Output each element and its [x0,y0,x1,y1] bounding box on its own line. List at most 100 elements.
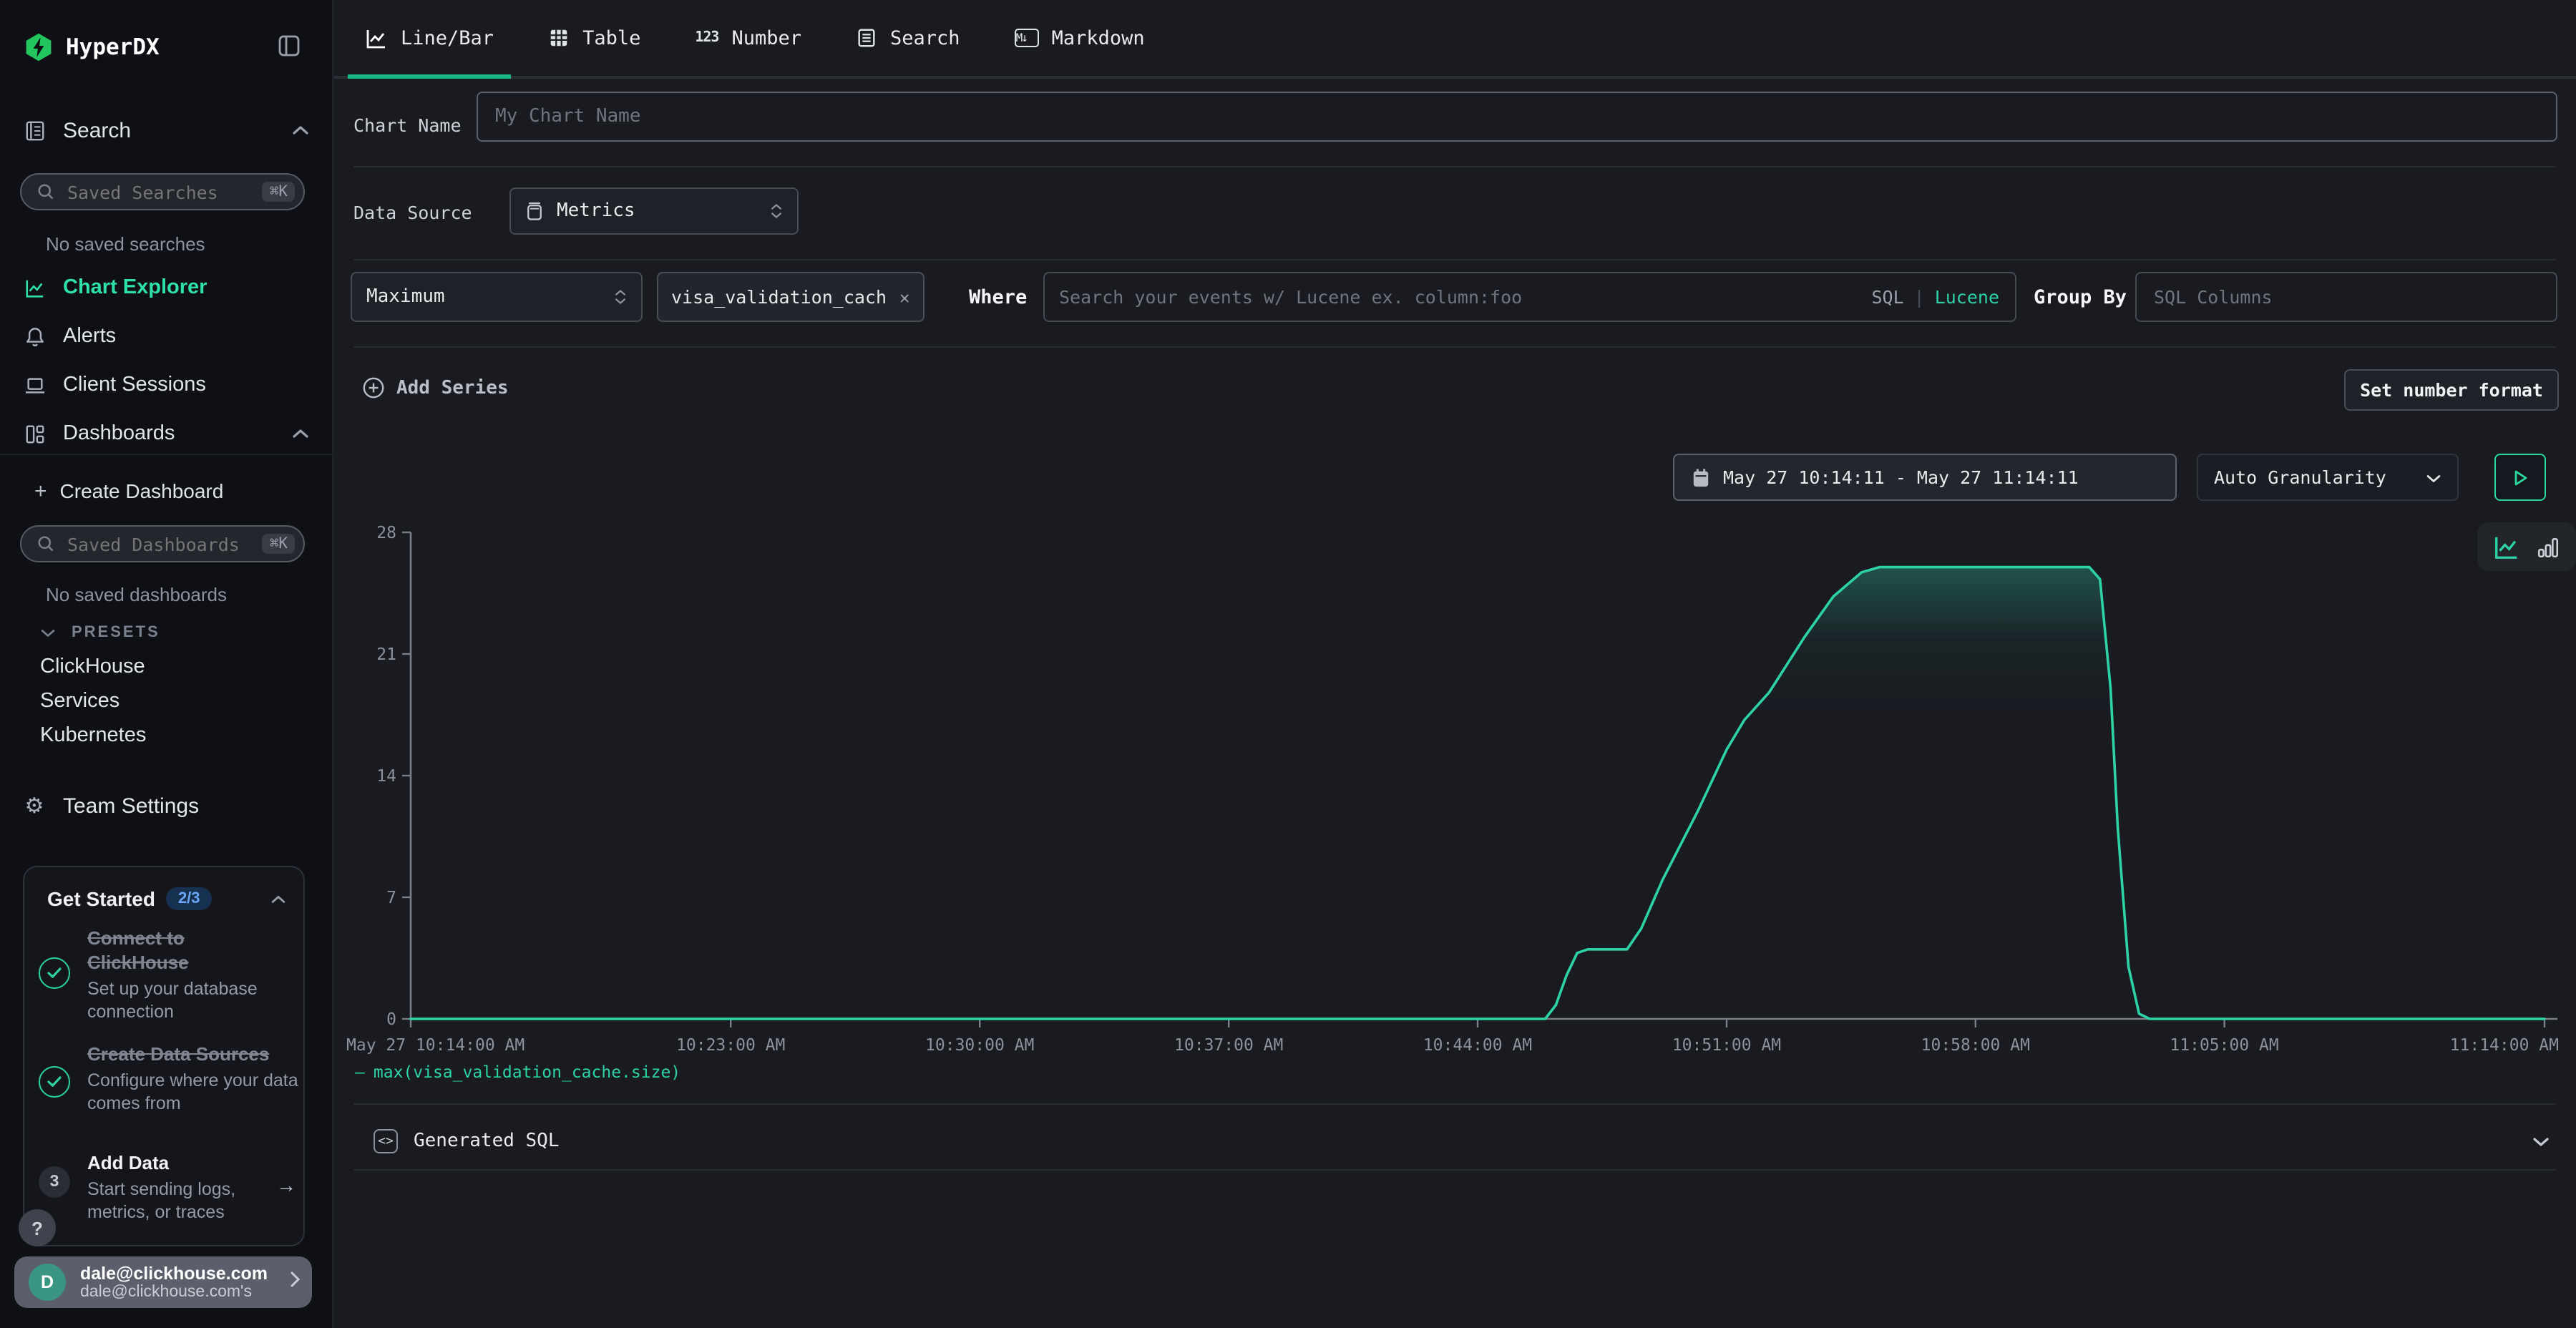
line-bar-chart-icon [365,26,388,49]
presets-label: PRESETS [72,624,160,641]
document-list-icon [856,27,877,49]
aggregation-value: Maximum [366,286,445,308]
chevron-up-icon [270,886,286,912]
add-series-button[interactable]: Add Series [362,376,509,399]
app-title: HyperDX [66,34,160,60]
client-sessions-label: Client Sessions [63,374,206,396]
granularity-select[interactable]: Auto Granularity [2197,454,2459,501]
get-started-progress-badge: 2/3 [167,887,212,910]
chevron-up-icon [292,117,309,143]
play-icon [2512,469,2529,486]
tab-markdown[interactable]: M↓ Markdown [997,0,1162,76]
create-dashboard-button[interactable]: + Create Dashboard [34,478,223,504]
svg-text:10:51:00 AM: 10:51:00 AM [1672,1036,1781,1055]
svg-text:10:37:00 AM: 10:37:00 AM [1174,1036,1283,1055]
user-menu[interactable]: D dale@clickhouse.com dale@clickhouse.co… [14,1256,312,1308]
collapse-sidebar-icon[interactable] [278,34,301,57]
plus-circle-icon [362,376,385,399]
generated-sql-label: Generated SQL [414,1131,560,1152]
where-search-input[interactable] [1045,286,1871,308]
journal-icon [23,119,46,142]
query-language-toggle[interactable]: SQL | Lucene [1871,286,2015,308]
team-settings-label: Team Settings [63,794,199,818]
get-started-header[interactable]: Get Started 2/3 [47,886,286,912]
set-number-format-button[interactable]: Set number format [2344,369,2559,411]
sidebar-section-search[interactable]: Search [23,117,309,143]
get-started-step[interactable]: Create Data Sources Configure where your… [87,1042,299,1115]
group-by-input[interactable] [2135,272,2557,322]
saved-dashboards-field[interactable] [64,532,263,556]
divider [353,1103,2556,1105]
get-started-step[interactable]: Add Data Start sending logs, metrics, or… [87,1151,268,1224]
saved-searches-field[interactable] [64,180,263,204]
legend-dash-icon: — [355,1062,365,1082]
no-saved-searches-text: No saved searches [46,233,205,255]
sidebar-item-chart-explorer[interactable]: Chart Explorer [23,275,207,301]
tab-search[interactable]: Search [839,0,977,76]
tab-label: Search [890,26,960,49]
add-series-label: Add Series [396,377,509,399]
time-range-picker[interactable]: May 27 10:14:11 - May 27 11:14:11 [1673,454,2177,501]
preset-item-kubernetes[interactable]: Kubernetes [40,723,146,748]
laptop-icon [23,374,46,396]
chevron-down-icon [2426,467,2441,488]
preset-item-clickhouse[interactable]: ClickHouse [40,654,145,680]
metric-tag[interactable]: visa_validation_cach ✕ [657,272,924,322]
chart-legend[interactable]: — max(visa_validation_cache.size) [355,1062,680,1082]
gear-icon: ⚙ [23,794,46,817]
table-icon [548,27,570,49]
select-chevrons-icon [614,289,627,305]
sidebar-item-dashboards[interactable]: Dashboards [23,421,309,446]
code-icon: <> [374,1129,398,1153]
aggregation-select[interactable]: Maximum [351,272,643,322]
shortcut-badge: ⌘K [263,534,295,554]
plus-icon: + [34,479,47,503]
sidebar-item-alerts[interactable]: Alerts [23,323,116,349]
tab-number[interactable]: 123 Number [678,0,819,76]
generated-sql-toggle[interactable]: <> Generated SQL [353,1113,2556,1169]
sql-mode-option[interactable]: SQL [1871,286,1903,308]
separator: | [1914,286,1925,308]
database-icon [525,201,544,221]
set-number-format-label: Set number format [2360,379,2543,401]
svg-text:14: 14 [376,767,396,786]
saved-dashboards-input[interactable]: ⌘K [20,525,305,562]
saved-searches-input[interactable]: ⌘K [20,173,305,210]
divider [353,1169,2556,1171]
search-icon [36,532,54,555]
markdown-icon: M↓ [1015,29,1039,47]
divider [353,346,2556,348]
metric-tag-label: visa_validation_cach [671,286,887,308]
data-source-select[interactable]: Metrics [509,187,799,235]
remove-metric-icon[interactable]: ✕ [899,287,909,307]
tab-label: Table [582,26,640,49]
app-logo[interactable]: HyperDX [23,31,160,63]
chevron-up-icon [292,421,309,446]
presets-toggle[interactable]: PRESETS [40,621,160,644]
tab-line-bar[interactable]: Line/Bar [348,0,511,76]
svg-text:21: 21 [376,645,396,664]
sidebar-item-team-settings[interactable]: ⚙ Team Settings [23,793,199,819]
lucene-mode-option[interactable]: Lucene [1935,286,1999,308]
sidebar-search-label: Search [63,118,131,142]
svg-text:11:05:00 AM: 11:05:00 AM [2170,1036,2278,1055]
run-query-button[interactable] [2494,454,2546,501]
divider [353,166,2556,167]
help-button[interactable]: ? [19,1209,56,1246]
preset-item-services[interactable]: Services [40,688,119,714]
get-started-step[interactable]: Connect to ClickHouse Set up your databa… [87,926,291,1023]
chart-name-input[interactable] [477,92,2557,142]
timeseries-chart[interactable]: 07142128May 27 10:14:00 AM10:23:00 AM10:… [353,515,2557,1066]
help-label: ? [31,1217,43,1239]
calendar-icon [1692,467,1710,487]
sidebar-divider [0,454,333,455]
svg-text:10:44:00 AM: 10:44:00 AM [1423,1036,1532,1055]
get-started-card: Get Started 2/3 Connect to ClickHouse Se… [23,866,305,1246]
chevron-down-icon [40,620,56,645]
tab-table[interactable]: Table [531,0,658,76]
tab-label: Markdown [1052,26,1145,49]
svg-text:0: 0 [386,1010,396,1029]
sidebar-item-client-sessions[interactable]: Client Sessions [23,372,206,398]
arrow-right-icon: → [276,1173,296,1196]
svg-text:7: 7 [386,889,396,907]
